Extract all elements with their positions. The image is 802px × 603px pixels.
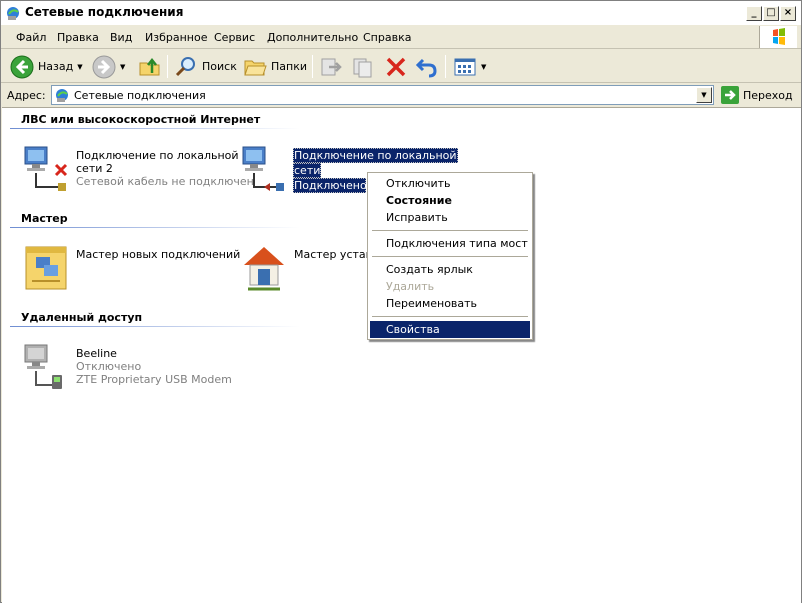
title-bar[interactable]: Сетевые подключения _ □ × — [1, 1, 801, 25]
group-remote-title: Удаленный доступ — [21, 311, 143, 324]
network-connections-icon — [7, 7, 19, 20]
views-button[interactable]: ▼ — [453, 53, 486, 80]
go-arrow-icon — [721, 86, 739, 104]
chevron-down-icon: ▼ — [120, 62, 126, 71]
chevron-down-icon: ▼ — [77, 62, 83, 71]
toolbar-separator — [312, 55, 313, 78]
address-label: Адрес: — [7, 89, 46, 102]
move-to-button[interactable] — [319, 53, 343, 80]
folders-icon — [244, 60, 267, 75]
ctx-properties[interactable]: Свойства — [370, 321, 530, 338]
back-arrow-icon — [10, 55, 34, 78]
minimize-button[interactable]: _ — [746, 6, 762, 21]
ctx-delete: Удалить — [386, 280, 435, 293]
copy-to-icon — [353, 58, 372, 77]
undo-icon — [415, 58, 437, 77]
ctx-bridge[interactable]: Подключения типа мост — [370, 235, 530, 252]
lan2-status: Сетевой кабель не подключен — [76, 175, 254, 188]
ctx-status[interactable]: Состояние — [370, 192, 530, 209]
address-bar: Адрес: Сетевые подключения ▼ Переход — [1, 83, 801, 107]
network-connection-icon — [242, 146, 284, 191]
ctx-create-shortcut[interactable]: Создать ярлык — [370, 261, 530, 278]
network-connection-disconnected-icon — [24, 146, 68, 191]
dialup-modem-icon — [24, 344, 62, 389]
go-label: Переход — [743, 88, 793, 102]
group-divider — [10, 128, 300, 129]
context-menu: Отключить Состояние Исправить Подключени… — [367, 172, 533, 340]
menu-view[interactable]: Вид — [110, 31, 132, 44]
delete-button[interactable] — [384, 53, 408, 80]
lan1-status: Подключено, — [293, 178, 371, 193]
lan1-name-line2: сети — [293, 163, 322, 178]
menu-advanced[interactable]: Дополнительно — [267, 31, 358, 44]
menu-help[interactable]: Справка — [363, 31, 411, 44]
lan2-name-line2: сети 2 — [76, 162, 113, 175]
toolbar-separator — [167, 55, 168, 78]
home-network-wizard-icon — [244, 247, 284, 291]
close-button[interactable]: × — [780, 6, 796, 21]
search-label: Поиск — [202, 60, 237, 73]
move-to-icon — [321, 58, 342, 75]
folders-button[interactable]: Папки — [243, 53, 307, 80]
toolbar-separator — [445, 55, 446, 78]
network-connections-icon — [56, 89, 68, 102]
lan2-name-line1: Подключение по локальной — [76, 149, 239, 162]
explorer-window: Сетевые подключения _ □ × Файл Правка Ви… — [0, 0, 802, 603]
back-button[interactable]: Назад ▼ — [10, 53, 83, 80]
search-button[interactable]: Поиск — [174, 53, 237, 80]
ctx-rename[interactable]: Переименовать — [370, 295, 530, 312]
forward-button[interactable]: ▼ — [92, 53, 125, 80]
menu-favorites[interactable]: Избранное — [145, 31, 207, 44]
copy-to-button[interactable] — [351, 53, 375, 80]
group-divider — [10, 326, 300, 327]
ctx-separator — [372, 256, 528, 257]
group-divider — [10, 227, 300, 228]
windows-logo-icon — [759, 26, 797, 48]
menu-file[interactable]: Файл — [16, 31, 46, 44]
search-icon — [175, 56, 195, 76]
new-connection-wizard-icon — [25, 246, 67, 290]
menu-bar: Файл Правка Вид Избранное Сервис Дополни… — [1, 25, 801, 49]
menu-edit[interactable]: Правка — [57, 31, 99, 44]
ctx-repair[interactable]: Исправить — [370, 209, 530, 226]
chevron-down-icon: ▼ — [481, 62, 487, 71]
group-lan-title: ЛВС или высокоскоростной Интернет — [21, 113, 261, 126]
beeline-name: Beeline — [76, 347, 117, 360]
up-folder-button[interactable] — [138, 53, 162, 80]
address-dropdown-button[interactable]: ▼ — [696, 87, 712, 103]
ctx-disconnect[interactable]: Отключить — [370, 175, 530, 192]
menu-tools[interactable]: Сервис — [214, 31, 255, 44]
maximize-button[interactable]: □ — [763, 6, 779, 21]
address-input[interactable]: Сетевые подключения ▼ — [51, 85, 714, 105]
back-label: Назад — [38, 60, 74, 73]
toolbar: Назад ▼ ▼ Поиск Папки ▼ — [1, 50, 801, 83]
wizard-new-label: Мастер новых подключений — [76, 248, 241, 261]
address-value: Сетевые подключения — [74, 89, 206, 102]
window-title: Сетевые подключения — [25, 5, 184, 19]
folders-label: Папки — [271, 60, 307, 73]
go-button[interactable]: Переход — [721, 86, 793, 104]
ctx-separator — [372, 316, 528, 317]
beeline-device: ZTE Proprietary USB Modem — [76, 373, 232, 386]
lan1-name-line1: Подключение по локальной — [293, 148, 458, 163]
beeline-status: Отключено — [76, 360, 142, 373]
undo-button[interactable] — [415, 53, 439, 80]
views-grid-icon — [454, 58, 476, 75]
folder-up-icon — [139, 57, 160, 75]
ctx-separator — [372, 230, 528, 231]
group-wizard-title: Мастер — [21, 212, 68, 225]
delete-x-icon — [386, 57, 406, 76]
forward-arrow-icon — [92, 55, 116, 78]
